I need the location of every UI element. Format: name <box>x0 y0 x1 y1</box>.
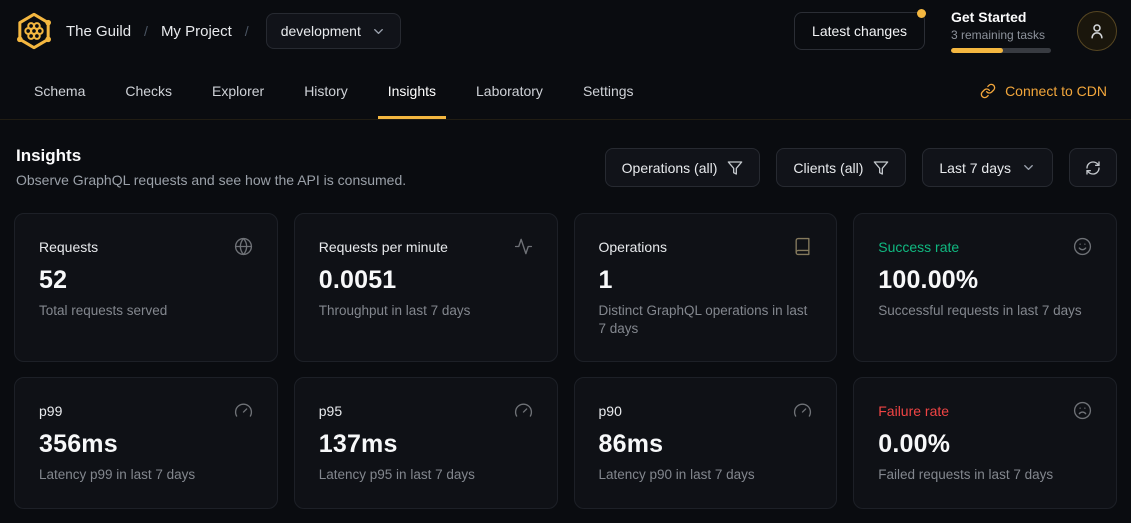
chevron-down-icon <box>371 24 386 39</box>
stat-card-p99: p99 356ms Latency p99 in last 7 days <box>14 377 278 508</box>
page-head: Insights Observe GraphQL requests and se… <box>0 120 1131 188</box>
stat-card-p95: p95 137ms Latency p95 in last 7 days <box>294 377 558 508</box>
gauge-icon <box>793 401 812 420</box>
connect-to-cdn-label: Connect to CDN <box>1005 83 1107 99</box>
card-description: Latency p90 in last 7 days <box>599 466 813 484</box>
stat-card-failure-rate: Failure rate 0.00% Failed requests in la… <box>853 377 1117 508</box>
tab-settings[interactable]: Settings <box>573 62 644 119</box>
breadcrumb-separator: / <box>245 23 249 39</box>
activity-icon <box>514 237 533 256</box>
tab-explorer[interactable]: Explorer <box>202 62 274 119</box>
card-description: Throughput in last 7 days <box>319 302 533 320</box>
page-subtitle: Observe GraphQL requests and see how the… <box>16 172 406 188</box>
clients-filter-label: Clients (all) <box>793 160 863 176</box>
globe-icon <box>234 237 253 256</box>
clients-filter-button[interactable]: Clients (all) <box>776 148 906 187</box>
filter-icon <box>727 160 743 176</box>
card-title: Failure rate <box>878 401 949 419</box>
gauge-icon <box>514 401 533 420</box>
target-selector-dropdown[interactable]: development <box>266 13 401 49</box>
card-description: Distinct GraphQL operations in last 7 da… <box>599 302 813 338</box>
stats-grid: Requests 52 Total requests served Reques… <box>0 188 1131 509</box>
get-started-subtitle: 3 remaining tasks <box>951 28 1051 42</box>
card-description: Failed requests in last 7 days <box>878 466 1092 484</box>
latest-changes-label: Latest changes <box>812 23 907 39</box>
card-description: Latency p95 in last 7 days <box>319 466 533 484</box>
breadcrumb-separator: / <box>144 23 148 39</box>
operations-filter-label: Operations (all) <box>622 160 718 176</box>
card-value: 0.0051 <box>319 266 533 295</box>
link-icon <box>980 83 996 99</box>
card-value: 356ms <box>39 430 253 459</box>
card-title: p90 <box>599 401 622 419</box>
latest-changes-button[interactable]: Latest changes <box>794 12 925 50</box>
notification-dot <box>917 9 926 18</box>
tab-schema[interactable]: Schema <box>24 62 95 119</box>
date-range-label: Last 7 days <box>939 160 1011 176</box>
card-value: 52 <box>39 266 253 295</box>
card-title: p95 <box>319 401 342 419</box>
card-title: Requests per minute <box>319 237 448 255</box>
breadcrumb-org[interactable]: The Guild <box>66 23 131 40</box>
card-value: 0.00% <box>878 430 1092 459</box>
card-value: 1 <box>599 266 813 295</box>
refresh-button[interactable] <box>1069 148 1117 187</box>
card-title: Requests <box>39 237 98 255</box>
card-title: p99 <box>39 401 62 419</box>
card-value: 100.00% <box>878 266 1092 295</box>
breadcrumb-project[interactable]: My Project <box>161 23 232 40</box>
card-title: Success rate <box>878 237 959 255</box>
page-title: Insights <box>16 146 406 166</box>
get-started-widget[interactable]: Get Started 3 remaining tasks <box>951 9 1051 53</box>
nav-tabs: Schema Checks Explorer History Insights … <box>24 62 664 119</box>
tab-checks[interactable]: Checks <box>115 62 182 119</box>
book-icon <box>793 237 812 256</box>
user-menu-button[interactable] <box>1077 11 1117 51</box>
get-started-title: Get Started <box>951 9 1051 26</box>
tab-history[interactable]: History <box>294 62 358 119</box>
stat-card-success-rate: Success rate 100.00% Successful requests… <box>853 213 1117 362</box>
chevron-down-icon <box>1021 160 1036 175</box>
card-value: 86ms <box>599 430 813 459</box>
nav-tabbar: Schema Checks Explorer History Insights … <box>0 62 1131 120</box>
tab-insights[interactable]: Insights <box>378 62 446 119</box>
stat-card-operations: Operations 1 Distinct GraphQL operations… <box>574 213 838 362</box>
stat-card-requests-per-minute: Requests per minute 0.0051 Throughput in… <box>294 213 558 362</box>
date-range-dropdown[interactable]: Last 7 days <box>922 148 1053 187</box>
guild-logo-icon[interactable] <box>14 11 54 51</box>
stat-card-requests: Requests 52 Total requests served <box>14 213 278 362</box>
gauge-icon <box>234 401 253 420</box>
operations-filter-button[interactable]: Operations (all) <box>605 148 761 187</box>
get-started-progress-bar <box>951 48 1051 53</box>
card-value: 137ms <box>319 430 533 459</box>
tab-laboratory[interactable]: Laboratory <box>466 62 553 119</box>
card-description: Successful requests in last 7 days <box>878 302 1092 320</box>
card-description: Total requests served <box>39 302 253 320</box>
top-header: The Guild / My Project / development Lat… <box>0 0 1131 62</box>
frown-icon <box>1073 401 1092 420</box>
smile-icon <box>1073 237 1092 256</box>
card-description: Latency p99 in last 7 days <box>39 466 253 484</box>
user-icon <box>1088 22 1106 40</box>
target-selector-value: development <box>281 23 361 39</box>
filter-icon <box>873 160 889 176</box>
filters-toolbar: Operations (all) Clients (all) Last 7 da… <box>605 148 1117 187</box>
refresh-icon <box>1085 160 1101 176</box>
page-head-text: Insights Observe GraphQL requests and se… <box>16 146 406 188</box>
card-title: Operations <box>599 237 667 255</box>
get-started-progress-fill <box>951 48 1003 53</box>
connect-to-cdn-link[interactable]: Connect to CDN <box>980 62 1107 119</box>
stat-card-p90: p90 86ms Latency p90 in last 7 days <box>574 377 838 508</box>
